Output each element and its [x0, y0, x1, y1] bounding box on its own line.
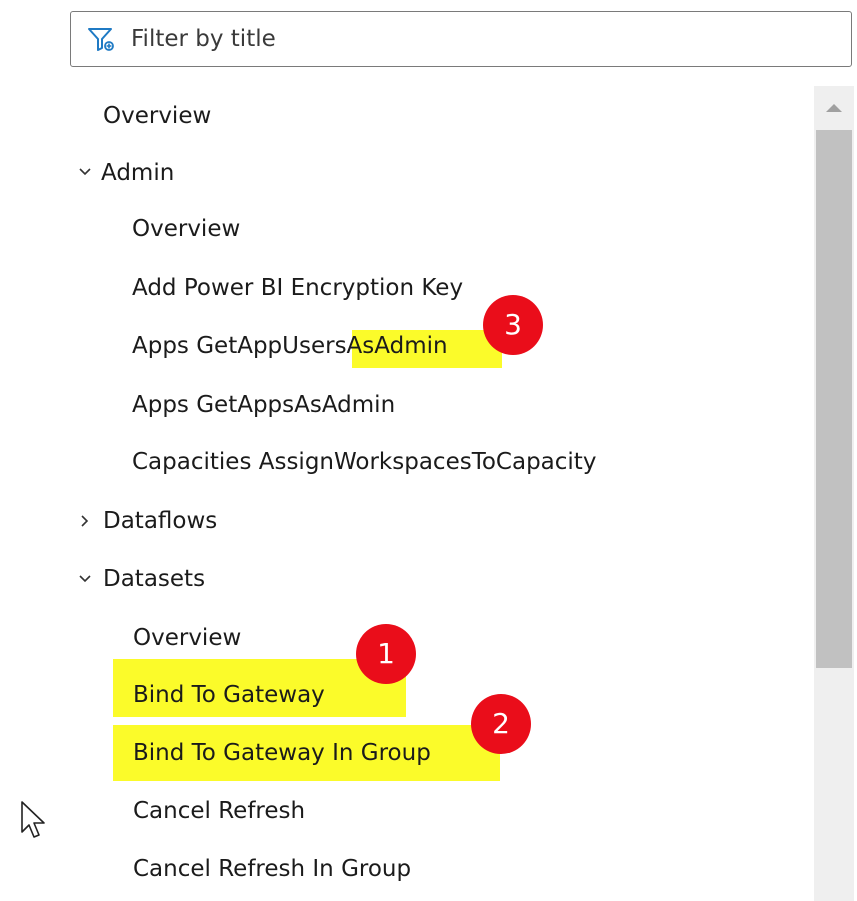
tree-item-overview[interactable]: Overview	[103, 98, 211, 134]
filter-input[interactable]	[131, 12, 831, 65]
chevron-down-icon[interactable]	[77, 164, 93, 180]
tree-item-datasets-overview[interactable]: Overview	[133, 620, 241, 656]
chevron-right-icon[interactable]	[77, 513, 93, 529]
tree-item-apps-getappusersasadmin[interactable]: Apps GetAppUsersAsAdmin	[132, 328, 448, 364]
tree-item-bind-to-gateway[interactable]: Bind To Gateway	[133, 677, 325, 713]
tree-item-admin-overview[interactable]: Overview	[132, 211, 240, 247]
scrollbar-thumb[interactable]	[816, 130, 852, 668]
mouse-pointer-icon	[21, 801, 45, 838]
filter-box[interactable]	[70, 11, 852, 67]
scrollbar[interactable]	[814, 86, 854, 901]
callout-badge-3: 3	[483, 295, 543, 355]
filter-icon	[88, 28, 114, 51]
tree-item-cancel-refresh-in-group[interactable]: Cancel Refresh In Group	[133, 851, 411, 887]
callout-badge-1: 1	[356, 624, 416, 684]
triangle-up-icon[interactable]	[814, 86, 854, 126]
tree-group-datasets[interactable]: Datasets	[103, 561, 205, 597]
tree-group-dataflows[interactable]: Dataflows	[103, 503, 217, 539]
tree-item-cancel-refresh[interactable]: Cancel Refresh	[133, 793, 305, 829]
tree-item-apps-getappsasadmin[interactable]: Apps GetAppsAsAdmin	[132, 387, 395, 423]
chevron-down-icon[interactable]	[77, 571, 93, 587]
tree-group-admin[interactable]: Admin	[101, 155, 174, 191]
tree-item-add-power-bi-encryption-key[interactable]: Add Power BI Encryption Key	[132, 270, 463, 306]
tree-item-capacities-assignworkspacestocapacity[interactable]: Capacities AssignWorkspacesToCapacity	[132, 444, 596, 480]
toc-panel: Overview Admin Overview Add Power BI Enc…	[0, 0, 857, 901]
tree-item-bind-to-gateway-in-group[interactable]: Bind To Gateway In Group	[133, 735, 431, 771]
callout-badge-2: 2	[471, 694, 531, 754]
